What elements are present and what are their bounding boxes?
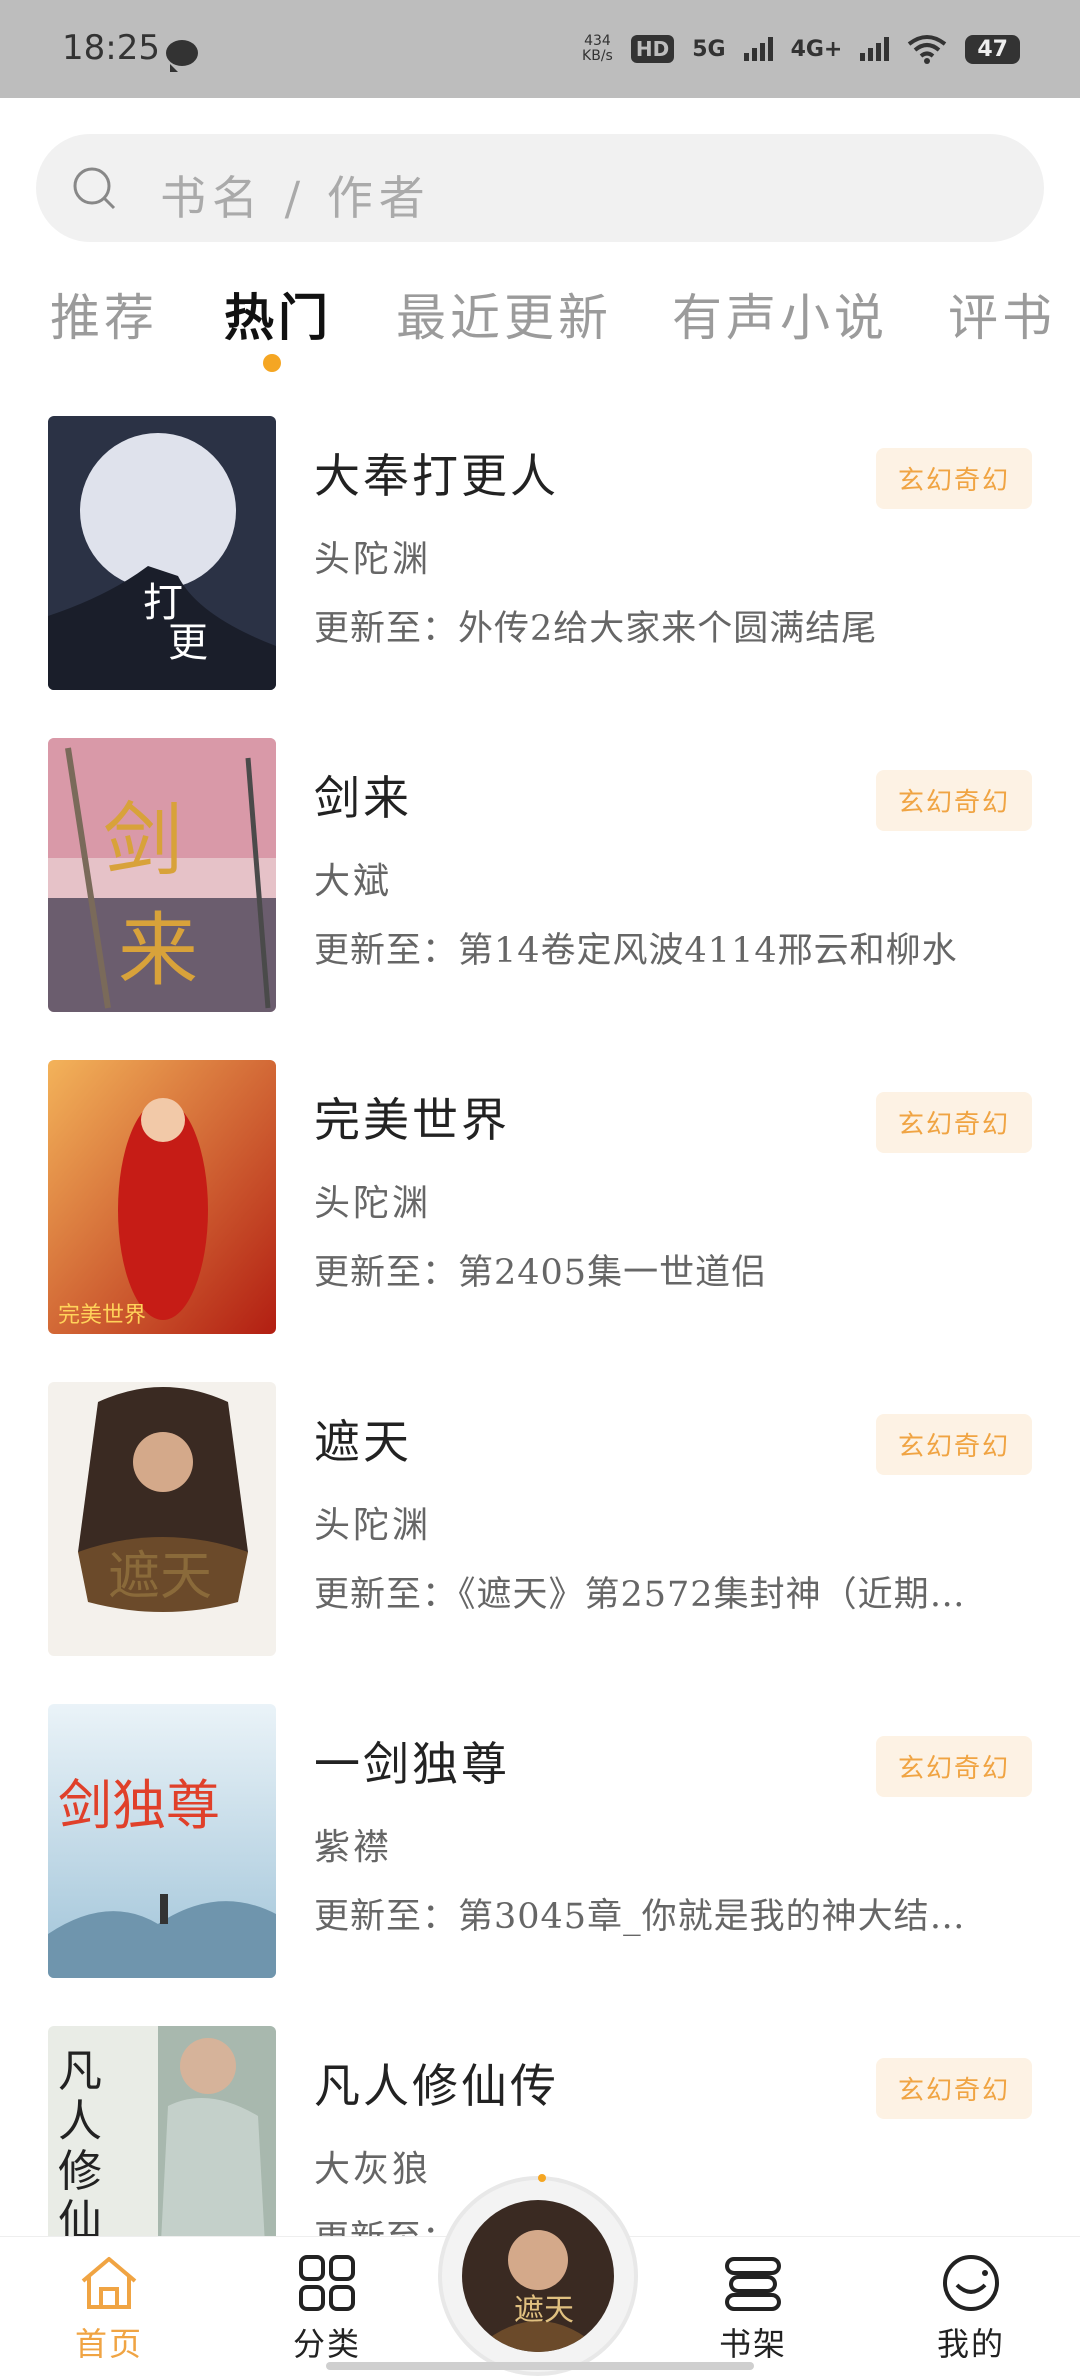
search-bar[interactable]: 书名 / 作者 (36, 134, 1044, 242)
book-update: 更新至：《遮天》第2572集封神（近期… (314, 1575, 966, 1615)
search-placeholder: 书名 / 作者 (160, 171, 431, 225)
home-icon (81, 2257, 137, 2309)
grid-icon (299, 2255, 355, 2311)
svg-text:剑独尊: 剑独尊 (58, 1774, 220, 1837)
now-playing-cover: 遮天 (462, 2200, 614, 2352)
network-4g-label: 4G+ (790, 36, 843, 62)
tab-recommend[interactable]: 推荐 (50, 278, 158, 350)
book-author: 头陀渊 (314, 1505, 432, 1546)
book-item[interactable]: 打 更 大奉打更人 头陀渊 更新至：外传2给大家来个圆满结尾 玄幻奇幻 (0, 410, 1080, 710)
tab-storytelling[interactable]: 评书 (948, 278, 1056, 350)
speed-value: 434 (584, 33, 611, 49)
book-update: 更新至：第2405集一世道侣 (314, 1253, 768, 1293)
smile-icon (943, 2255, 999, 2311)
book-item[interactable]: 剑 来 剑来 大斌 更新至：第14卷定风波4114邢云和柳水 玄幻奇幻 (0, 732, 1080, 1032)
book-title: 遮天 (314, 1415, 412, 1469)
tab-hot[interactable]: 热门 (224, 278, 332, 350)
book-title: 凡人修仙传 (314, 2059, 559, 2113)
search-icon (73, 167, 116, 210)
signal-icon (743, 37, 773, 61)
home-indicator (326, 2362, 754, 2370)
svg-text:完美世界: 完美世界 (58, 1303, 146, 1328)
progress-dot (538, 2174, 546, 2182)
book-author: 头陀渊 (314, 1183, 432, 1224)
battery-icon: 47 (965, 34, 1020, 64)
book-author: 头陀渊 (314, 539, 432, 580)
genre-tag: 玄幻奇幻 (875, 1092, 1032, 1153)
book-author: 大斌 (314, 861, 393, 902)
book-author: 大灰狼 (314, 2149, 432, 2190)
book-cover: 遮天 (48, 1382, 276, 1656)
category-tabs: 推荐 热门 最近更新 有声小说 评书 (0, 270, 1080, 380)
nav-mine[interactable]: 我的 (906, 2251, 1036, 2365)
active-tab-indicator (263, 354, 281, 372)
svg-text:人: 人 (58, 2096, 102, 2147)
book-update: 更新至：第14卷定风波4114邢云和柳水 (314, 931, 958, 971)
wifi-icon (908, 35, 947, 64)
svg-text:更: 更 (168, 620, 208, 666)
network-speed: 434 KB/s (582, 34, 613, 64)
nav-category-label: 分类 (292, 2325, 361, 2363)
genre-tag: 玄幻奇幻 (875, 770, 1032, 831)
hd-icon: HD (630, 35, 675, 63)
svg-text:遮天: 遮天 (108, 1547, 212, 1607)
book-title: 剑来 (314, 771, 412, 825)
nav-bookshelf[interactable]: 书架 (688, 2251, 818, 2365)
message-icon (166, 40, 198, 72)
book-update: 更新至：外传2给大家来个圆满结尾 (314, 609, 878, 649)
now-playing-disc[interactable]: 遮天 (438, 2174, 638, 2376)
genre-tag: 玄幻奇幻 (875, 1414, 1032, 1475)
nav-category[interactable]: 分类 (262, 2251, 392, 2365)
status-bar: 18:25 434 KB/s HD 5G 4G+ 47 (0, 0, 1080, 98)
book-cover: 剑独尊 (48, 1704, 276, 1978)
tab-recent-updates[interactable]: 最近更新 (396, 278, 612, 350)
book-update: 更新至：第3045章_你就是我的神大结… (314, 1897, 966, 1937)
book-cover: 剑 来 (48, 738, 276, 1012)
svg-text:遮天: 遮天 (514, 2293, 574, 2328)
genre-tag: 玄幻奇幻 (875, 448, 1032, 509)
genre-tag: 玄幻奇幻 (875, 1736, 1032, 1797)
bookshelf-icon (725, 2257, 781, 2311)
book-cover: 打 更 (48, 416, 276, 690)
signal-icon-2 (860, 37, 890, 61)
nav-home[interactable]: 首页 (44, 2251, 174, 2365)
svg-text:凡: 凡 (58, 2046, 102, 2097)
svg-text:来: 来 (118, 904, 198, 997)
network-5g-label: 5G (692, 36, 726, 62)
status-icons: 434 KB/s HD 5G 4G+ 47 (582, 34, 1020, 64)
svg-text:修: 修 (58, 2146, 102, 2197)
book-title: 完美世界 (314, 1093, 510, 1147)
nav-bookshelf-label: 书架 (718, 2325, 787, 2363)
book-author: 紫襟 (314, 1827, 393, 1868)
book-item[interactable]: 剑独尊 一剑独尊 紫襟 更新至：第3045章_你就是我的神大结… 玄幻奇幻 (0, 1698, 1080, 1998)
book-item[interactable]: 完美世界 完美世界 头陀渊 更新至：第2405集一世道侣 玄幻奇幻 (0, 1054, 1080, 1354)
status-time: 18:25 (62, 28, 160, 68)
svg-text:剑: 剑 (103, 794, 183, 887)
book-title: 大奉打更人 (314, 449, 559, 503)
book-item[interactable]: 遮天 遮天 头陀渊 更新至：《遮天》第2572集封神（近期… 玄幻奇幻 (0, 1376, 1080, 1676)
genre-tag: 玄幻奇幻 (875, 2058, 1032, 2119)
nav-home-label: 首页 (74, 2325, 143, 2363)
book-title: 一剑独尊 (314, 1737, 510, 1791)
nav-mine-label: 我的 (936, 2325, 1005, 2363)
book-cover: 完美世界 (48, 1060, 276, 1334)
speed-unit: KB/s (582, 48, 613, 64)
tab-audio-novels[interactable]: 有声小说 (672, 278, 888, 350)
